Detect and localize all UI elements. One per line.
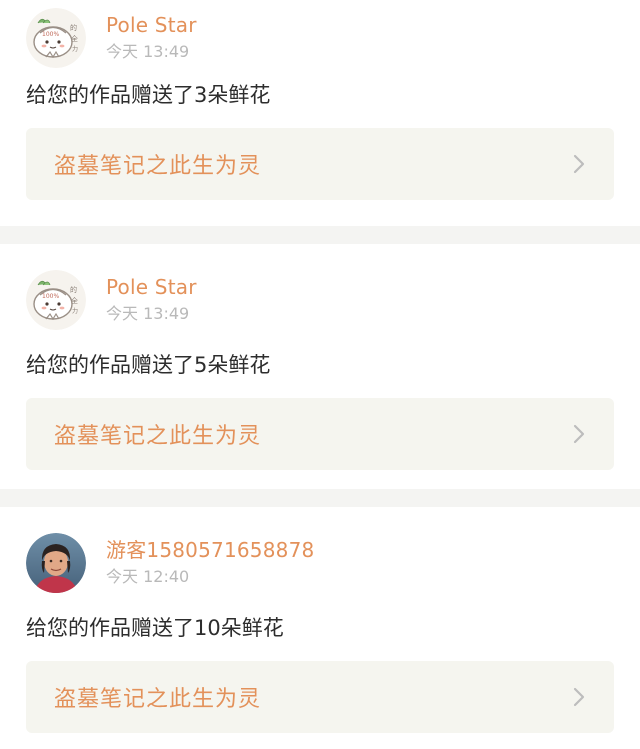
work-title: 盗墓笔记之此生为灵 <box>54 424 262 449</box>
avatar[interactable]: 100% 的 全 力 <box>26 270 86 330</box>
avatar[interactable]: 100% 的 全 力 <box>26 8 86 68</box>
timestamp: 今天 13:49 <box>106 42 190 61</box>
cartoon-avatar-icon: 100% 的 全 力 <box>26 8 86 68</box>
user-name[interactable]: 游客1580571658878 <box>106 537 314 563</box>
user-meta: 游客1580571658878 今天 12:40 <box>106 533 314 589</box>
card-header: 100% 的 全 力 Pole Star 今天 13:49 <box>26 270 614 332</box>
gift-message: 给您的作品赠送了3朵鲜花 <box>26 83 271 107</box>
svg-text:力: 力 <box>72 45 78 53</box>
gift-card: 游客1580571658878 今天 12:40 给您的作品赠送了10朵鲜花 盗… <box>0 507 640 749</box>
user-name[interactable]: Pole Star <box>106 274 197 300</box>
work-title: 盗墓笔记之此生为灵 <box>54 154 262 179</box>
user-meta: Pole Star 今天 13:49 <box>106 270 197 326</box>
cartoon-avatar-icon: 100% 的 全 力 <box>26 270 86 330</box>
chevron-right-icon <box>573 154 585 174</box>
work-link[interactable]: 盗墓笔记之此生为灵 <box>26 398 614 470</box>
svg-text:100%: 100% <box>42 31 59 38</box>
chevron-right-icon <box>573 687 585 707</box>
svg-text:全: 全 <box>71 34 78 43</box>
svg-text:的: 的 <box>70 285 77 294</box>
svg-text:全: 全 <box>71 296 78 305</box>
gift-card: 100% 的 全 力 Pole Star 今天 13:49 <box>0 0 640 226</box>
user-meta: Pole Star 今天 13:49 <box>106 8 197 64</box>
gift-card: 100% 的 全 力 Pole Star 今天 13:49 <box>0 244 640 489</box>
svg-text:100%: 100% <box>42 293 59 300</box>
photo-avatar-icon <box>26 533 86 593</box>
timestamp: 今天 12:40 <box>106 567 190 586</box>
svg-text:力: 力 <box>72 307 78 315</box>
svg-text:的: 的 <box>70 23 77 32</box>
avatar[interactable] <box>26 533 86 593</box>
chevron-right-icon <box>573 424 585 444</box>
timestamp: 今天 13:49 <box>106 304 190 323</box>
user-name[interactable]: Pole Star <box>106 12 197 38</box>
gift-message: 给您的作品赠送了5朵鲜花 <box>26 353 271 377</box>
card-header: 100% 的 全 力 Pole Star 今天 13:49 <box>26 0 614 68</box>
gift-feed: 100% 的 全 力 Pole Star 今天 13:49 给您的作品赠送了3朵… <box>0 0 640 749</box>
work-link[interactable]: 盗墓笔记之此生为灵 <box>26 128 614 200</box>
gift-message: 给您的作品赠送了10朵鲜花 <box>26 616 284 640</box>
work-link[interactable]: 盗墓笔记之此生为灵 <box>26 661 614 733</box>
card-header: 游客1580571658878 今天 12:40 <box>26 533 614 595</box>
work-title: 盗墓笔记之此生为灵 <box>54 687 262 712</box>
